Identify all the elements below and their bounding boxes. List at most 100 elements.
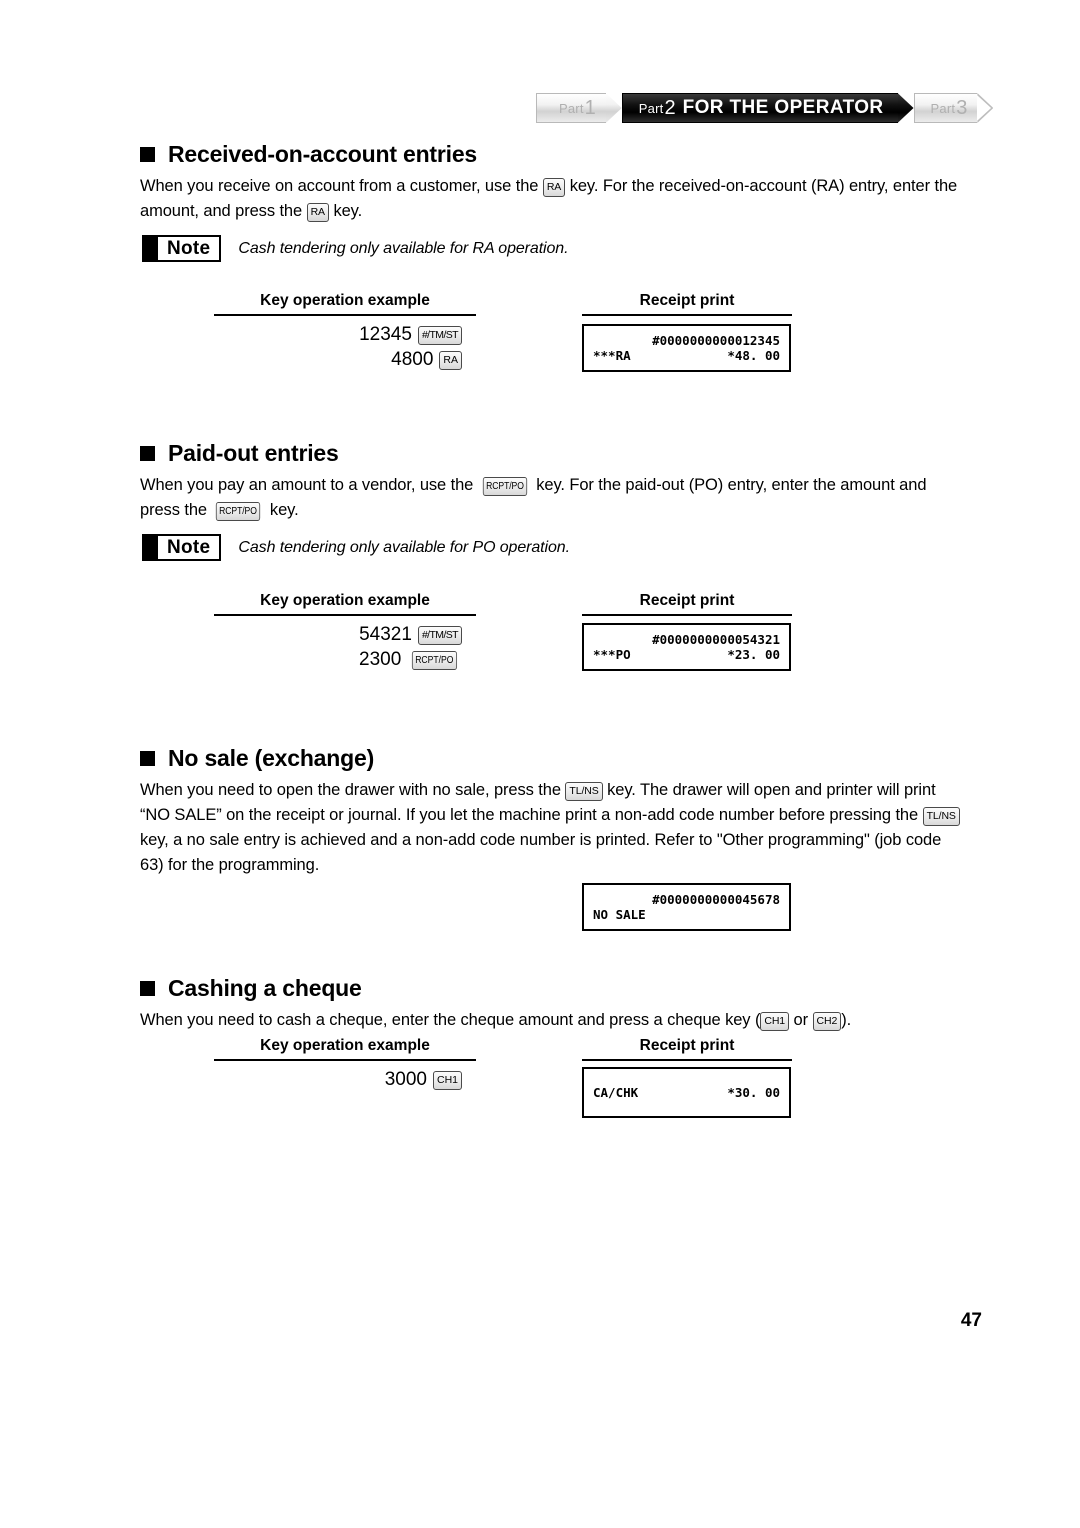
heading-paid-out-text: Paid-out entries bbox=[168, 440, 339, 466]
receipt-line: ***PO *23. 00 bbox=[593, 647, 780, 662]
col-head-key-operation-3: Key operation example bbox=[214, 1037, 476, 1061]
key-op-row: 4800 RA bbox=[214, 347, 462, 372]
receipt-amount: *30. 00 bbox=[727, 1085, 780, 1100]
key-tl-ns-inline-2: TL/NS bbox=[922, 807, 960, 826]
note-badge: Note bbox=[142, 534, 222, 561]
note-received-on-account-text: Cash tendering only available for RA ope… bbox=[238, 239, 569, 257]
paragraph-received-on-account: When you receive on account from a custo… bbox=[140, 174, 960, 224]
receipt-line: CA/CHK *30. 00 bbox=[593, 1085, 780, 1100]
paragraph-no-sale: When you need to open the drawer with no… bbox=[140, 778, 960, 878]
para-4-text-a: When you need to cash a cheque, enter th… bbox=[140, 1011, 761, 1029]
tab-3-arrow-icon bbox=[977, 93, 994, 123]
tab-part-1-word: Part bbox=[559, 100, 584, 116]
tab-part-2-number: 2 bbox=[664, 96, 676, 119]
tab-part-3-number: 3 bbox=[956, 96, 968, 119]
col-head-key-operation-1: Key operation example bbox=[214, 292, 476, 316]
key-op-amount: 54321 bbox=[359, 624, 412, 645]
col-head-receipt-print-3: Receipt print bbox=[582, 1037, 792, 1061]
key-ra-inline-2: RA bbox=[306, 203, 329, 222]
note-received-on-account: Note Cash tendering only available for R… bbox=[142, 235, 569, 262]
key-ops-list-3: 3000 CH1 bbox=[214, 1067, 462, 1092]
tab-1-arrow-icon bbox=[605, 93, 622, 123]
key-tm-st-icon: #/TM/ST bbox=[417, 326, 462, 345]
receipt-line: #0000000000012345 bbox=[593, 333, 780, 348]
receipt-received-on-account: #0000000000012345 ***RA *48. 00 bbox=[582, 324, 791, 372]
tab-part-3-word: Part bbox=[930, 100, 956, 116]
col-head-receipt-print-1: Receipt print bbox=[582, 292, 792, 316]
tab-part-2-word: Part bbox=[638, 100, 664, 116]
heading-no-sale: No sale (exchange) bbox=[140, 745, 374, 772]
key-ch1-inline: CH1 bbox=[760, 1012, 790, 1031]
heading-cashing-a-cheque-text: Cashing a cheque bbox=[168, 975, 362, 1001]
paragraph-paid-out: When you pay an amount to a vendor, use … bbox=[140, 473, 960, 523]
receipt-code: #0000000000012345 bbox=[652, 333, 780, 348]
paragraph-cashing-a-cheque: When you need to cash a cheque, enter th… bbox=[140, 1008, 960, 1033]
col-head-receipt-print-2: Receipt print bbox=[582, 592, 792, 616]
receipt-label: CA/CHK bbox=[593, 1085, 639, 1100]
note-swatch-icon bbox=[144, 237, 158, 260]
square-bullet-icon bbox=[140, 147, 155, 162]
receipt-amount: *23. 00 bbox=[727, 647, 780, 662]
para-1-text-a: When you receive on account from a custo… bbox=[140, 177, 543, 195]
receipt-label: NO SALE bbox=[593, 907, 646, 922]
key-op-amount: 4800 bbox=[391, 349, 434, 370]
receipt-line: #0000000000045678 bbox=[593, 892, 780, 907]
key-ops-list-2: 54321 #/TM/ST 2300 RCPT/PO bbox=[214, 622, 462, 672]
part-navigation-header: Part 1 Part 2 FOR THE OPERATOR Part 3 bbox=[536, 93, 994, 123]
note-badge: Note bbox=[142, 235, 222, 262]
receipt-line: #0000000000054321 bbox=[593, 632, 780, 647]
key-op-amount: 12345 bbox=[359, 324, 412, 345]
col-head-key-operation-2: Key operation example bbox=[214, 592, 476, 616]
note-paid-out-text: Cash tendering only available for PO ope… bbox=[238, 538, 570, 556]
key-ops-list-1: 12345 #/TM/ST 4800 RA bbox=[214, 322, 462, 372]
heading-paid-out: Paid-out entries bbox=[140, 440, 339, 467]
key-op-row: 12345 #/TM/ST bbox=[214, 322, 462, 347]
heading-received-on-account: Received-on-account entries bbox=[140, 141, 477, 168]
tab-part-3[interactable]: Part 3 bbox=[913, 93, 978, 123]
square-bullet-icon bbox=[140, 981, 155, 996]
tab-part-1[interactable]: Part 1 bbox=[536, 93, 606, 123]
page-number: 47 bbox=[960, 1310, 982, 1331]
key-ra-inline-1: RA bbox=[542, 178, 566, 197]
heading-cashing-a-cheque: Cashing a cheque bbox=[140, 975, 362, 1002]
receipt-cashing-a-cheque: CA/CHK *30. 00 bbox=[582, 1067, 791, 1118]
tab-part-2-title: FOR THE OPERATOR bbox=[682, 97, 884, 118]
receipt-no-sale: #0000000000045678 NO SALE bbox=[582, 883, 791, 931]
key-rcpt-po-inline-1: RCPT/PO bbox=[482, 477, 527, 496]
para-2-text-a: When you pay an amount to a vendor, use … bbox=[140, 476, 478, 494]
note-badge-label: Note bbox=[167, 536, 211, 558]
para-4-text-b: or bbox=[789, 1011, 813, 1029]
key-op-row: 3000 CH1 bbox=[214, 1067, 462, 1092]
receipt-paid-out: #0000000000054321 ***PO *23. 00 bbox=[582, 623, 791, 671]
para-2-text-c: key. bbox=[265, 501, 299, 519]
key-tm-st-icon: #/TM/ST bbox=[417, 626, 462, 645]
para-4-text-c: ). bbox=[841, 1011, 852, 1029]
receipt-amount: *48. 00 bbox=[727, 348, 780, 363]
receipt-code: #0000000000054321 bbox=[652, 632, 780, 647]
key-op-amount: 2300 bbox=[359, 649, 402, 670]
heading-no-sale-text: No sale (exchange) bbox=[168, 745, 375, 771]
para-3-text-a: When you need to open the drawer with no… bbox=[140, 781, 566, 799]
key-tl-ns-inline-1: TL/NS bbox=[565, 782, 603, 801]
receipt-line: NO SALE bbox=[593, 907, 780, 922]
receipt-code: #0000000000045678 bbox=[652, 892, 780, 907]
key-op-amount: 3000 bbox=[384, 1069, 427, 1090]
tab-part-2[interactable]: Part 2 FOR THE OPERATOR bbox=[621, 93, 898, 123]
square-bullet-icon bbox=[140, 446, 155, 461]
tab-part-1-number: 1 bbox=[584, 96, 596, 119]
key-ch1-icon: CH1 bbox=[432, 1071, 462, 1090]
key-op-row: 54321 #/TM/ST bbox=[214, 622, 462, 647]
receipt-label: ***RA bbox=[593, 348, 631, 363]
key-ch2-inline: CH2 bbox=[812, 1012, 842, 1031]
receipt-line: ***RA *48. 00 bbox=[593, 348, 780, 363]
receipt-label: ***PO bbox=[593, 647, 631, 662]
note-paid-out: Note Cash tendering only available for P… bbox=[142, 534, 570, 561]
tab-2-arrow-icon bbox=[897, 93, 914, 123]
key-ra-icon: RA bbox=[439, 351, 462, 370]
square-bullet-icon bbox=[140, 751, 155, 766]
key-rcpt-po-inline-2: RCPT/PO bbox=[216, 502, 261, 521]
heading-received-on-account-text: Received-on-account entries bbox=[168, 141, 478, 167]
key-rcpt-po-icon: RCPT/PO bbox=[412, 651, 458, 670]
para-3-text-c: key, a no sale entry is achieved and a n… bbox=[140, 831, 942, 874]
key-op-row: 2300 RCPT/PO bbox=[214, 647, 462, 672]
